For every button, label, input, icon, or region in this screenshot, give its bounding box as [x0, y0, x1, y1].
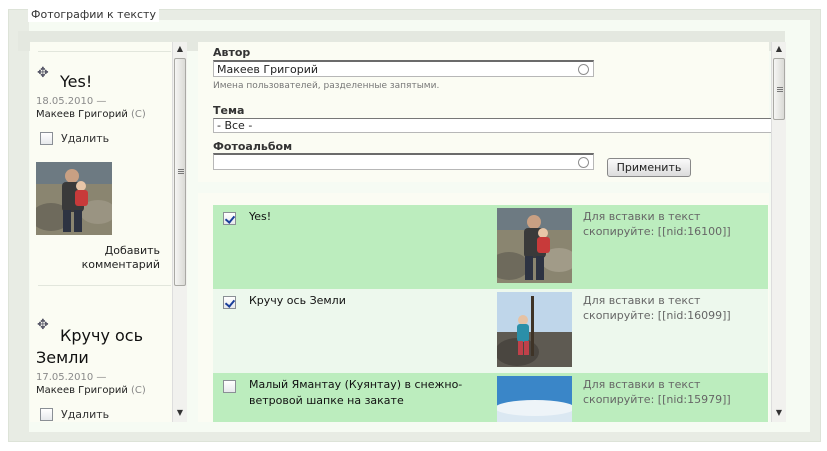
table-row: Yes! Для вставки в текст скопируйте: [[n… [213, 205, 768, 289]
author-field[interactable]: Макеев Григорий [213, 60, 594, 77]
results-table: Yes! Для вставки в текст скопируйте: [[n… [198, 193, 769, 422]
delete-label: Удалить [61, 132, 110, 145]
result-thumbnail[interactable] [489, 208, 577, 283]
topic-select[interactable]: - Все - [213, 118, 773, 133]
checkbox-checked-icon[interactable] [223, 296, 236, 309]
insert-code-line2: скопируйте: [[nid:15979]] [583, 393, 731, 406]
delete-checkbox-row[interactable]: Удалить [40, 132, 109, 145]
attached-photos-pane: ✥ Yes! 18.05.2010 — Макеев Григорий (С) … [30, 42, 187, 422]
checkbox-icon[interactable] [223, 380, 236, 393]
delete-checkbox[interactable] [40, 132, 53, 145]
move-handle-icon[interactable]: ✥ [37, 66, 49, 80]
delete-checkbox[interactable] [40, 408, 53, 421]
insert-code-line1: Для вставки в текст [583, 294, 701, 307]
table-row: Малый Ямантау (Куянтау) в снежно-ветрово… [213, 373, 768, 422]
delete-checkbox-row[interactable]: Удалить [40, 408, 109, 421]
select-checkbox[interactable] [223, 212, 236, 228]
photo-author: Макеев Григорий (С) [36, 109, 146, 120]
checkbox-checked-icon[interactable] [223, 212, 236, 225]
photo-date: 18.05.2010 — [36, 96, 107, 107]
insert-code-line2: скопируйте: [[nid:16100]] [583, 225, 731, 238]
divider [38, 51, 171, 52]
fieldset-legend: Фотографии к тексту [28, 8, 159, 22]
photo-date: 17.05.2010 — [36, 372, 107, 383]
author-label: Автор [213, 46, 251, 59]
author-hint: Имена пользователей, разделенные запятым… [213, 81, 440, 91]
apply-button[interactable]: Применить [607, 158, 691, 177]
scroll-up-arrow-icon[interactable]: ▲ [173, 42, 187, 56]
scrollbar-thumb[interactable] [174, 58, 186, 286]
topic-select-value: - Все - [217, 119, 253, 132]
main-scrollbar[interactable]: ▲ ▼ [771, 42, 786, 422]
author-field-value: Макеев Григорий [217, 63, 319, 76]
scroll-down-arrow-icon[interactable]: ▼ [173, 406, 187, 420]
scroll-up-arrow-icon[interactable]: ▲ [772, 42, 786, 56]
insert-code-line2: скопируйте: [[nid:16099]] [583, 309, 731, 322]
insert-code: Для вставки в текст скопируйте: [[nid:16… [583, 293, 763, 323]
delete-label: Удалить [61, 408, 110, 421]
author-mark: (С) [131, 109, 146, 120]
scroll-down-arrow-icon[interactable]: ▼ [772, 406, 786, 420]
author-name[interactable]: Макеев Григорий [36, 109, 128, 120]
scrollbar-thumb[interactable] [773, 58, 785, 120]
photo-title[interactable]: Кручу ось Земли [36, 325, 171, 369]
result-thumbnail[interactable] [495, 292, 572, 367]
insert-code: Для вставки в текст скопируйте: [[nid:15… [583, 377, 763, 407]
attached-photos-list: ✥ Yes! 18.05.2010 — Макеев Григорий (С) … [30, 42, 173, 422]
insert-code-line1: Для вставки в текст [583, 378, 701, 391]
result-title: Малый Ямантау (Куянтау) в снежно-ветрово… [249, 378, 463, 407]
add-comment-link[interactable]: Добавить комментарий [60, 244, 160, 272]
left-pane-scrollbar[interactable]: ▲ ▼ [172, 42, 187, 422]
author-name[interactable]: Макеев Григорий [36, 385, 128, 396]
insert-code: Для вставки в текст скопируйте: [[nid:16… [583, 209, 763, 239]
photo-title[interactable]: Yes! [60, 71, 92, 93]
insert-code-line1: Для вставки в текст [583, 210, 701, 223]
topic-label: Тема [213, 104, 245, 117]
album-field[interactable] [213, 153, 594, 170]
select-checkbox[interactable] [223, 296, 236, 312]
author-mark: (С) [131, 385, 146, 396]
filter-form: Автор Макеев Григорий Имена пользователе… [198, 42, 773, 182]
autocomplete-throbber-icon [578, 157, 589, 168]
result-title: Кручу ось Земли [249, 294, 346, 307]
result-thumbnail[interactable] [495, 376, 575, 422]
autocomplete-throbber-icon [578, 64, 589, 75]
photo-author: Макеев Григорий (С) [36, 385, 146, 396]
photo-thumbnail[interactable] [31, 162, 116, 235]
select-checkbox[interactable] [223, 380, 236, 396]
divider [38, 285, 171, 286]
table-row: Кручу ось Земли Для вставки в текст скоп… [213, 289, 768, 373]
album-label: Фотоальбом [213, 140, 293, 153]
result-title: Yes! [249, 210, 272, 223]
